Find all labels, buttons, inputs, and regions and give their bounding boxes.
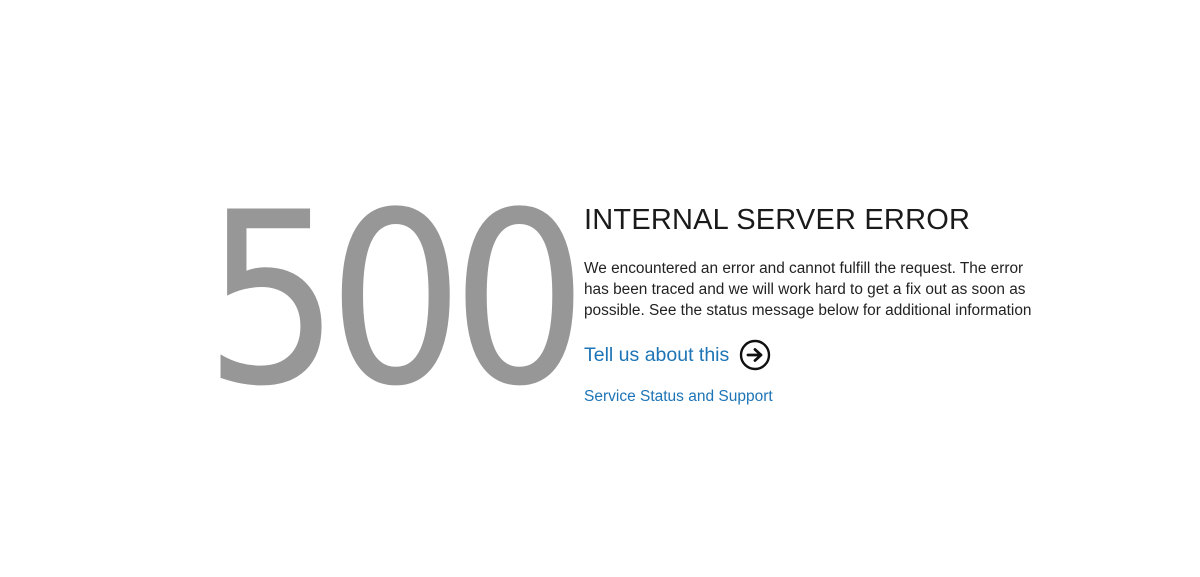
error-content: INTERNAL SERVER ERROR We encountered an … [584,202,1044,407]
error-message: We encountered an error and cannot fulfi… [584,260,1032,319]
tell-us-label: Tell us about this [584,344,730,366]
arrow-circle-right-icon[interactable] [739,339,771,371]
error-code: 500 [204,162,588,439]
tell-us-link[interactable]: Tell us about this [584,339,1044,371]
error-title: INTERNAL SERVER ERROR [584,204,971,236]
service-status-link[interactable]: Service Status and Support [584,387,773,407]
error-page: 500 INTERNAL SERVER ERROR We encountered… [0,0,1200,577]
